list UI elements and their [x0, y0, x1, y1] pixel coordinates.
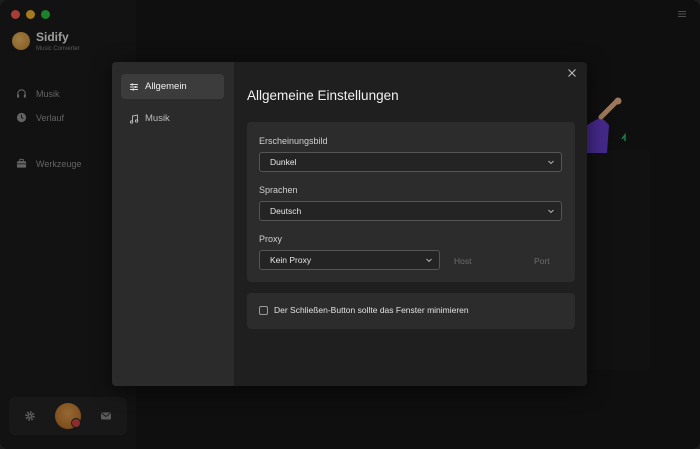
settings-tab-musik[interactable]: Musik: [121, 106, 224, 131]
appearance-select[interactable]: Dunkel: [259, 152, 562, 172]
close-icon[interactable]: [567, 68, 577, 78]
chevron-down-icon: [548, 209, 554, 214]
proxy-label: Proxy: [259, 234, 283, 244]
sliders-icon: [130, 83, 138, 90]
minimize-on-close-checkbox[interactable]: [259, 306, 268, 315]
language-select[interactable]: Deutsch: [259, 201, 562, 221]
minimize-on-close-label[interactable]: Der Schließen-Button sollte das Fenster …: [274, 305, 469, 315]
settings-tab-label: Allgemein: [145, 81, 187, 92]
settings-dialog: Allgemein Musik Allgemeine Einstellungen…: [112, 62, 587, 386]
language-value: Deutsch: [270, 206, 302, 216]
music-note-icon: [129, 113, 139, 124]
chevron-down-icon: [426, 258, 432, 263]
settings-tab-allgemein[interactable]: Allgemein: [121, 74, 224, 99]
chevron-down-icon: [548, 160, 554, 165]
settings-tab-label: Musik: [145, 113, 170, 124]
proxy-host-field[interactable]: Host: [454, 256, 471, 266]
page-title: Allgemeine Einstellungen: [247, 88, 399, 103]
appearance-value: Dunkel: [270, 157, 297, 167]
proxy-value: Kein Proxy: [270, 255, 312, 265]
settings-card-close-behavior: Der Schließen-Button sollte das Fenster …: [247, 293, 575, 329]
language-label: Sprachen: [259, 185, 298, 195]
appearance-label: Erscheinungsbild: [259, 136, 328, 146]
settings-card-general: Erscheinungsbild Dunkel Sprachen Deutsch…: [247, 122, 575, 282]
proxy-select[interactable]: Kein Proxy: [259, 250, 440, 270]
app-window: Sidify Music Converter Musik Verlauf Wer…: [0, 0, 700, 449]
proxy-port-field[interactable]: Port: [534, 256, 550, 266]
settings-nav: Allgemein Musik: [112, 62, 234, 386]
